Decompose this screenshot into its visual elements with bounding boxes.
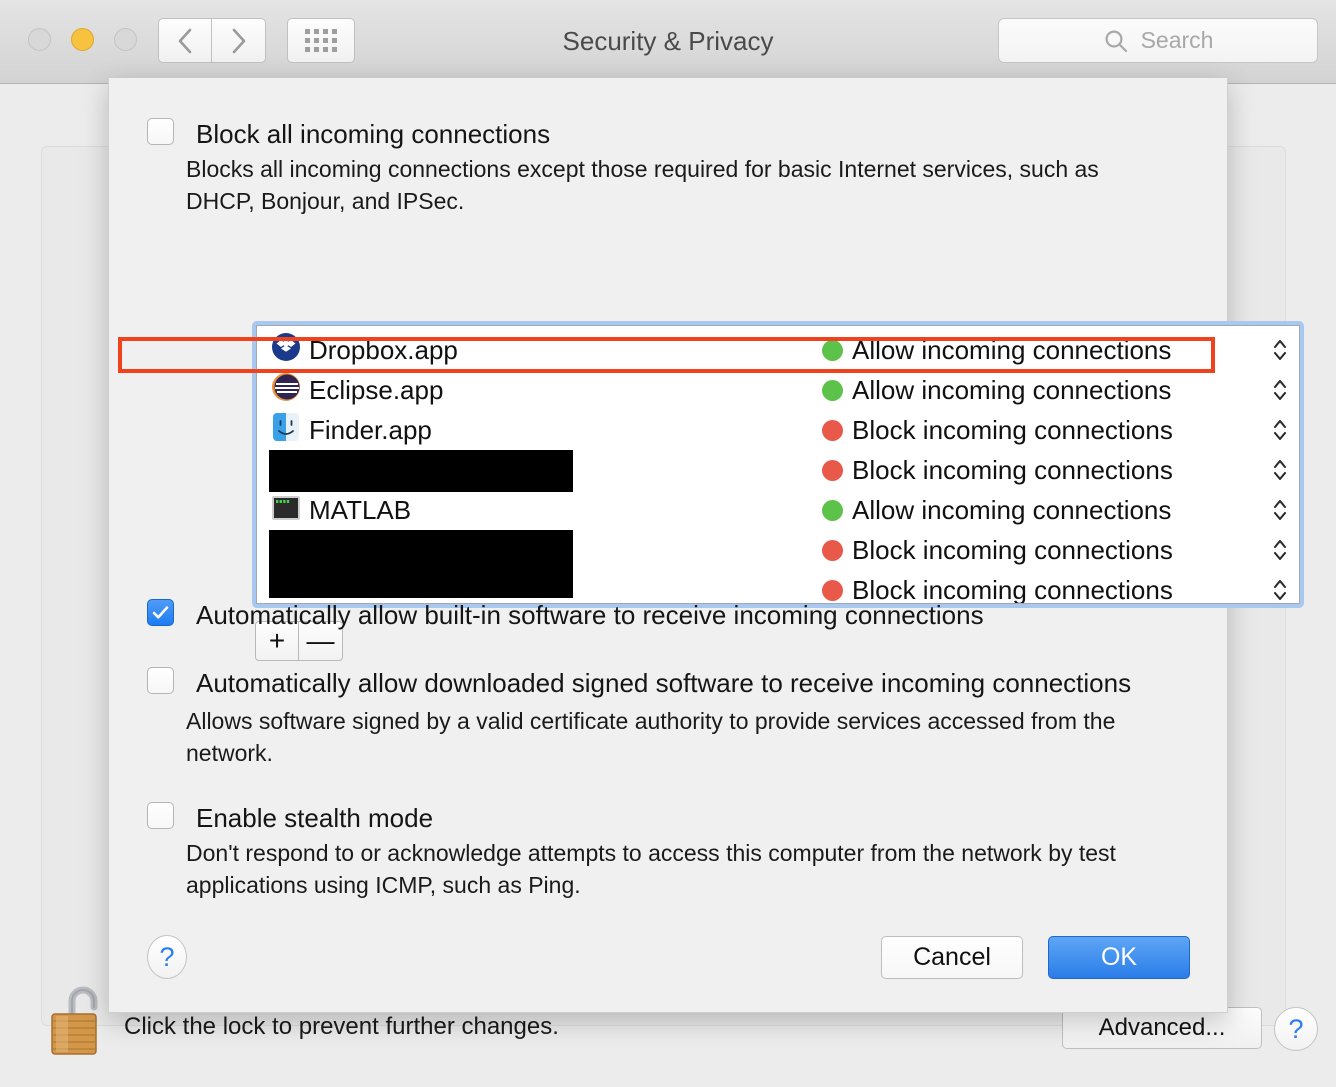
eclipse-icon <box>272 373 300 401</box>
checkmark-icon <box>152 606 169 619</box>
stepper-control[interactable] <box>1270 455 1290 485</box>
table-row[interactable]: Block incoming connections <box>257 450 1299 492</box>
lock-status-text: Click the lock to prevent further change… <box>124 1013 559 1040</box>
status-indicator <box>822 380 843 401</box>
cancel-button[interactable]: Cancel <box>881 936 1023 979</box>
status-indicator <box>822 460 843 481</box>
status-label: Block incoming connections <box>852 454 1173 485</box>
firewall-options-sheet: Block all incoming connections Blocks al… <box>108 78 1304 1013</box>
stepper-control[interactable] <box>1270 335 1290 365</box>
app-name: MATLAB <box>309 494 412 525</box>
search-input[interactable]: Search <box>998 18 1318 63</box>
stepper-control[interactable] <box>1270 495 1290 525</box>
matlab-icon <box>272 496 300 520</box>
ok-button[interactable]: OK <box>1048 936 1190 979</box>
screenshot-root: Security & Privacy Search Click the lock… <box>0 0 1336 1087</box>
auto-signed-label: Automatically allow downloaded signed so… <box>196 668 1132 698</box>
block-all-checkbox[interactable] <box>147 118 174 145</box>
help-button[interactable]: ? <box>1274 1007 1318 1051</box>
window-titlebar: Security & Privacy Search <box>0 0 1336 84</box>
table-row[interactable]: Dropbox.app Allow incoming connections <box>257 330 1299 370</box>
auto-signed-checkbox[interactable] <box>147 667 174 694</box>
stealth-label: Enable stealth mode <box>196 803 434 833</box>
search-placeholder: Search <box>1140 27 1214 53</box>
stepper-control[interactable] <box>1270 535 1290 565</box>
stepper-control[interactable] <box>1270 575 1290 604</box>
status-label: Allow incoming connections <box>852 374 1172 405</box>
app-name: Dropbox.app <box>309 334 458 365</box>
auto-builtin-label: Automatically allow built-in software to… <box>196 600 984 630</box>
stealth-checkbox[interactable] <box>147 802 174 829</box>
block-all-label: Block all incoming connections <box>196 119 551 149</box>
stepper-control[interactable] <box>1270 415 1290 445</box>
status-indicator <box>822 340 843 361</box>
auto-builtin-checkbox[interactable] <box>147 599 174 626</box>
status-indicator <box>822 500 843 521</box>
status-label: Allow incoming connections <box>852 334 1172 365</box>
advanced-button[interactable]: Advanced... <box>1062 1007 1262 1049</box>
application-list[interactable]: Dropbox.app Allow incoming connections E… <box>252 321 1304 608</box>
status-label: Block incoming connections <box>852 534 1173 565</box>
dropbox-icon <box>272 333 300 361</box>
search-icon <box>1105 29 1127 52</box>
stealth-description: Don't respond to or acknowledge attempts… <box>186 840 1116 898</box>
status-label: Block incoming connections <box>852 414 1173 445</box>
table-row[interactable]: Finder.app Block incoming connections <box>257 410 1299 450</box>
redaction-bar <box>269 450 573 492</box>
status-indicator <box>822 540 843 561</box>
status-indicator <box>822 580 843 601</box>
app-name: Finder.app <box>309 414 432 445</box>
table-row[interactable]: Eclipse.app Allow incoming connections <box>257 370 1299 410</box>
status-label: Allow incoming connections <box>852 494 1172 525</box>
table-row[interactable]: MATLAB Allow incoming connections <box>257 490 1299 530</box>
status-indicator <box>822 420 843 441</box>
application-list-inner: Dropbox.app Allow incoming connections E… <box>256 325 1300 604</box>
auto-signed-checkbox-row[interactable]: Automatically allow downloaded signed so… <box>147 667 1131 696</box>
sheet-help-button[interactable]: ? <box>147 935 187 979</box>
stealth-checkbox-row[interactable]: Enable stealth mode <box>147 802 433 831</box>
unlocked-padlock-icon[interactable] <box>48 983 106 1057</box>
app-name: Eclipse.app <box>309 374 444 405</box>
block-all-description: Blocks all incoming connections except t… <box>186 156 1099 214</box>
block-all-checkbox-row[interactable]: Block all incoming connections <box>147 118 550 147</box>
auto-builtin-checkbox-row[interactable]: Automatically allow built-in software to… <box>147 599 984 628</box>
auto-signed-description: Allows software signed by a valid certif… <box>186 708 1116 766</box>
finder-icon <box>273 413 299 441</box>
stepper-control[interactable] <box>1270 375 1290 405</box>
redaction-bar <box>269 556 573 598</box>
